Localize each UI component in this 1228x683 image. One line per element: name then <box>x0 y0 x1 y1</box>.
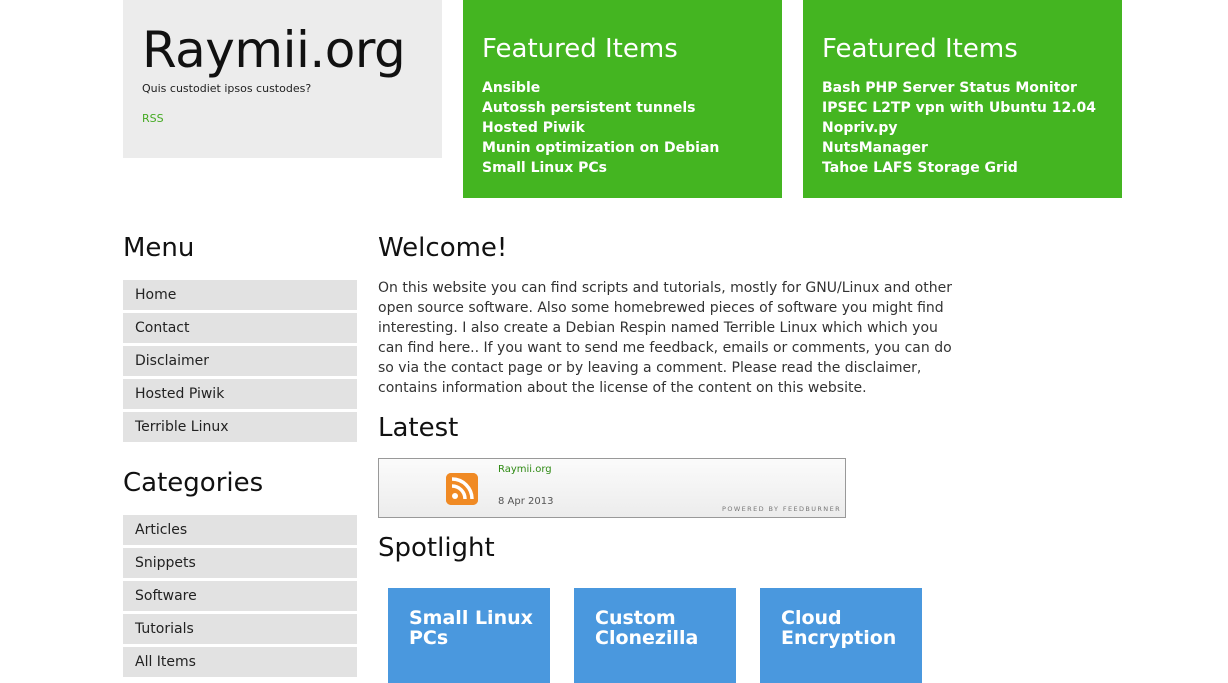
category-item-all-items[interactable]: All Items <box>123 647 357 677</box>
menu-item-contact[interactable]: Contact <box>123 313 357 343</box>
spotlight-tile-custom-clonezilla[interactable]: Custom Clonezilla <box>574 588 736 683</box>
site-header: Raymii.org Quis custodiet ipsos custodes… <box>123 0 442 158</box>
featured-list: Bash PHP Server Status Monitor IPSEC L2T… <box>822 78 1096 178</box>
feedburner-widget[interactable]: Raymii.org 8 Apr 2013 POWERED BY FEEDBUR… <box>378 458 846 518</box>
featured-link[interactable]: Bash PHP Server Status Monitor <box>822 78 1096 98</box>
site-title[interactable]: Raymii.org <box>142 18 406 82</box>
featured-link[interactable]: NutsManager <box>822 138 1096 158</box>
categories-heading: Categories <box>123 468 264 498</box>
featured-link[interactable]: Autossh persistent tunnels <box>482 98 719 118</box>
spotlight-tile-cloud-encryption[interactable]: Cloud Encryption <box>760 588 922 683</box>
powered-by-feedburner[interactable]: POWERED BY FEEDBURNER <box>722 505 841 513</box>
category-item-snippets[interactable]: Snippets <box>123 548 357 578</box>
featured-title: Featured Items <box>482 34 678 64</box>
welcome-heading: Welcome! <box>378 233 508 263</box>
spotlight-tile-label: Custom Clonezilla <box>595 607 699 649</box>
menu-item-disclaimer[interactable]: Disclaimer <box>123 346 357 376</box>
menu-item-terrible-linux[interactable]: Terrible Linux <box>123 412 357 442</box>
featured-link[interactable]: Munin optimization on Debian <box>482 138 719 158</box>
spotlight-heading: Spotlight <box>378 533 495 563</box>
latest-heading: Latest <box>378 413 459 443</box>
feed-item-title[interactable]: Raymii.org <box>498 464 552 475</box>
spotlight-tile-label: Small Linux PCs <box>409 607 533 649</box>
site-tagline: Quis custodiet ipsos custodes? <box>142 82 312 95</box>
welcome-text: On this website you can find scripts and… <box>378 280 952 396</box>
featured-link[interactable]: Small Linux PCs <box>482 158 719 178</box>
menu-item-home[interactable]: Home <box>123 280 357 310</box>
featured-box-1: Featured Items Ansible Autossh persisten… <box>463 0 782 198</box>
featured-link[interactable]: Ansible <box>482 78 719 98</box>
category-item-software[interactable]: Software <box>123 581 357 611</box>
rss-link[interactable]: RSS <box>142 112 164 125</box>
feed-item-date: 8 Apr 2013 <box>498 496 554 507</box>
featured-link[interactable]: Tahoe LAFS Storage Grid <box>822 158 1096 178</box>
featured-list: Ansible Autossh persistent tunnels Hoste… <box>482 78 719 178</box>
spotlight-tile-label: Cloud Encryption <box>781 607 897 649</box>
menu-heading: Menu <box>123 233 195 263</box>
menu-list: Home Contact Disclaimer Hosted Piwik Ter… <box>123 280 357 445</box>
spotlight-tile-small-linux-pcs[interactable]: Small Linux PCs <box>388 588 550 683</box>
featured-title: Featured Items <box>822 34 1018 64</box>
category-item-tutorials[interactable]: Tutorials <box>123 614 357 644</box>
category-item-articles[interactable]: Articles <box>123 515 357 545</box>
menu-item-hosted-piwik[interactable]: Hosted Piwik <box>123 379 357 409</box>
featured-link[interactable]: Hosted Piwik <box>482 118 719 138</box>
rss-feed-icon[interactable] <box>446 473 478 505</box>
featured-link[interactable]: IPSEC L2TP vpn with Ubuntu 12.04 <box>822 98 1096 118</box>
categories-list: Articles Snippets Software Tutorials All… <box>123 515 357 680</box>
featured-link[interactable]: Nopriv.py <box>822 118 1096 138</box>
featured-box-2: Featured Items Bash PHP Server Status Mo… <box>803 0 1122 198</box>
